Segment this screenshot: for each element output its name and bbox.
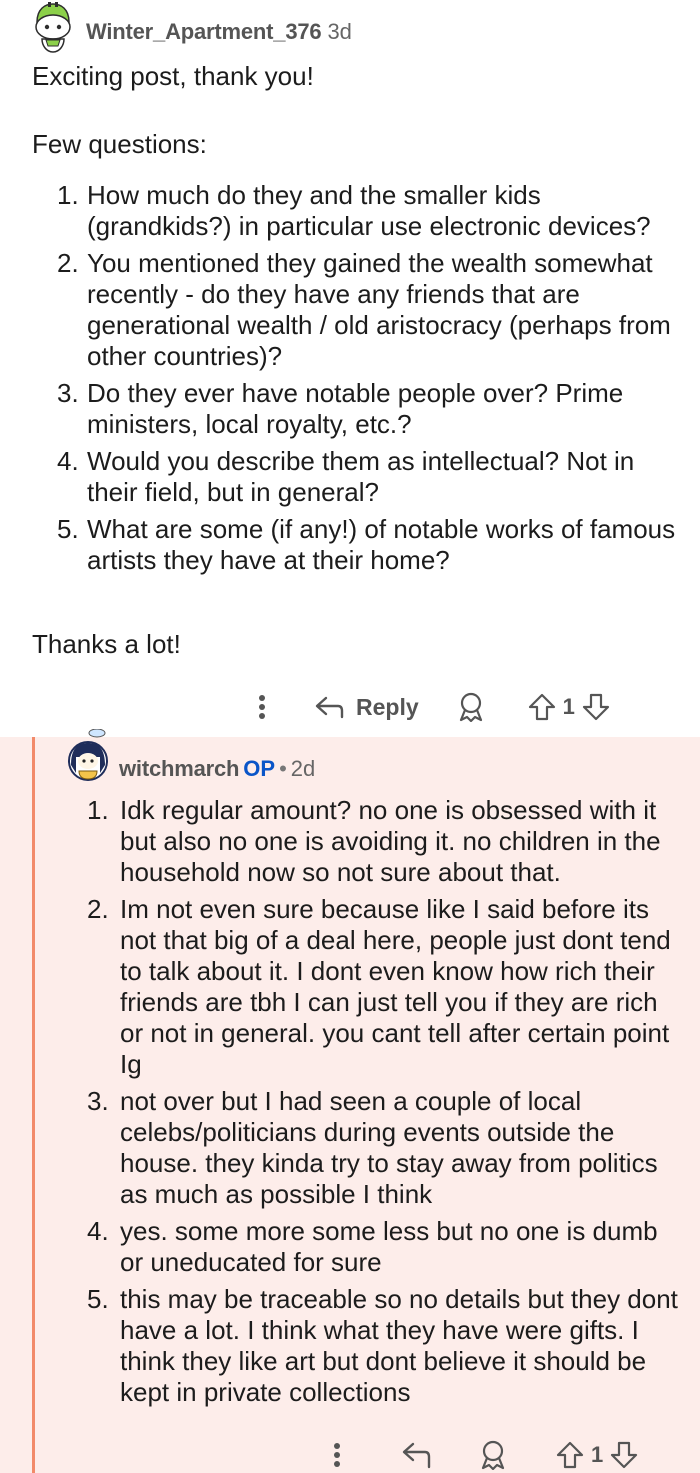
comment: Winter_Apartment_376 3d Exciting post, th…	[0, 0, 700, 737]
more-options-icon[interactable]	[250, 687, 274, 727]
more-options-icon[interactable]	[325, 1435, 349, 1473]
reply-arrow-icon	[314, 695, 344, 719]
answer-number: 3.	[87, 1086, 109, 1116]
reply-comment: witchmarch OP • 2d 1. Idk regular amount? n…	[0, 728, 700, 1473]
answer-number: 2.	[87, 894, 109, 924]
answer-number: 1.	[87, 795, 109, 825]
award-icon[interactable]	[457, 692, 485, 722]
question-item: 4. Would you describe them as intellectu…	[32, 446, 682, 508]
question-number: 3.	[57, 378, 79, 408]
question-number: 1.	[57, 180, 79, 210]
question-item: 5. What are some (if any!) of notable wo…	[32, 514, 682, 576]
answer-item: 3. not over but I had seen a couple of l…	[65, 1086, 685, 1210]
reply-label: Reply	[356, 693, 419, 720]
answer-text: this may be traceable so no details but …	[120, 1284, 678, 1407]
comment-action-bar: Reply 1	[250, 687, 611, 727]
answer-text: not over but I had seen a couple of loca…	[120, 1086, 658, 1209]
question-number: 4.	[57, 446, 79, 476]
vote-count: 1	[562, 694, 575, 719]
question-item: 1. How much do they and the smaller kids…	[32, 180, 682, 242]
answer-text: Idk regular amount? no one is obsessed w…	[120, 795, 661, 887]
question-list: 1. How much do they and the smaller kids…	[32, 180, 682, 582]
question-item: 3. Do they ever have notable people over…	[32, 378, 682, 440]
question-text: What are some (if any!) of notable works…	[87, 514, 676, 575]
question-number: 5.	[57, 514, 79, 544]
question-text: Would you describe them as intellectual?…	[87, 446, 635, 507]
vote-control: 1	[555, 1440, 639, 1470]
answer-item: 5. this may be traceable so no details b…	[65, 1284, 685, 1408]
downvote-icon[interactable]	[609, 1440, 639, 1470]
comment-greeting: Exciting post, thank you!	[32, 61, 314, 91]
user-avatar-icon[interactable]	[66, 728, 114, 783]
comment-age: 3d	[327, 19, 352, 44]
answer-item: 1. Idk regular amount? no one is obsesse…	[65, 795, 685, 888]
question-number: 2.	[57, 248, 79, 278]
answer-text: Im not even sure because like I said bef…	[120, 894, 671, 1079]
award-icon[interactable]	[479, 1440, 507, 1470]
comment-meta: Winter_Apartment_376 3d	[86, 19, 352, 45]
reply-age: 2d	[290, 756, 316, 781]
question-text: How much do they and the smaller kids (g…	[87, 180, 651, 241]
downvote-icon[interactable]	[581, 692, 611, 722]
answer-number: 5.	[87, 1284, 109, 1314]
upvote-icon[interactable]	[527, 692, 557, 722]
vote-count: 1	[591, 1442, 604, 1467]
question-text: Do they ever have notable people over? P…	[87, 378, 624, 439]
question-item: 2. You mentioned they gained the wealth …	[32, 248, 682, 372]
question-text: You mentioned they gained the wealth som…	[87, 248, 671, 371]
reply-meta: witchmarch OP • 2d	[119, 756, 315, 782]
reply-action-bar: 1	[325, 1435, 639, 1473]
answer-number: 4.	[87, 1216, 109, 1246]
reply-author[interactable]: witchmarch	[119, 756, 239, 781]
answer-item: 2. Im not even sure because like I said …	[65, 894, 685, 1080]
comment-author[interactable]: Winter_Apartment_376	[86, 19, 322, 44]
comment-intro: Few questions:	[32, 129, 207, 159]
user-avatar-icon[interactable]	[28, 0, 78, 54]
answer-text: yes. some more some less but no one is d…	[120, 1216, 658, 1277]
answer-item: 4. yes. some more some less but no one i…	[65, 1216, 685, 1278]
upvote-icon[interactable]	[555, 1440, 585, 1470]
reply-arrow-icon[interactable]	[401, 1441, 431, 1469]
thread-line[interactable]	[32, 737, 35, 1473]
vote-control: 1	[527, 692, 611, 722]
reply-button[interactable]: Reply	[314, 694, 419, 721]
comment-closing: Thanks a lot!	[32, 629, 181, 659]
answer-list: 1. Idk regular amount? no one is obsesse…	[65, 795, 685, 1414]
op-badge: OP	[243, 756, 276, 781]
meta-separator: •	[279, 756, 287, 781]
